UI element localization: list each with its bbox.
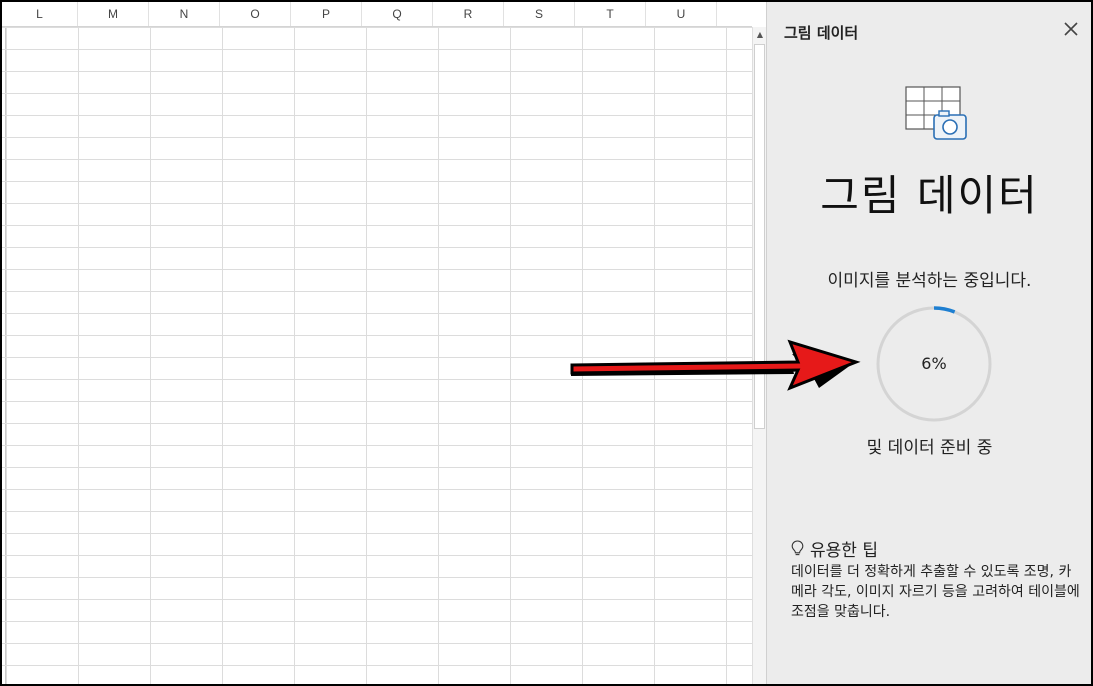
table-camera-icon xyxy=(905,86,967,140)
arrow-shape xyxy=(570,339,861,391)
lightbulb-icon xyxy=(791,540,804,556)
tip-heading: 유용한 팁 xyxy=(791,536,878,561)
column-header-row: L M N O P Q R S T U xyxy=(2,2,752,27)
pane-title: 그림 데이터 xyxy=(784,24,859,42)
sub-status-text: 및 데이터 준비 중 xyxy=(866,438,993,458)
close-button[interactable] xyxy=(1060,19,1082,41)
column-header[interactable]: U xyxy=(646,2,717,26)
column-header[interactable]: M xyxy=(78,2,149,26)
scroll-up-icon[interactable]: ▲ xyxy=(753,27,767,43)
progress-label: 6% xyxy=(921,354,947,373)
column-header[interactable]: Q xyxy=(362,2,433,26)
tip-body: 데이터를 더 정확하게 추출할 수 있도록 조명, 카메라 각도, 이미지 자르… xyxy=(791,564,1080,620)
status-text: 이미지를 분석하는 중입니다. xyxy=(827,271,1032,291)
hero-title: 그림 데이터 xyxy=(820,171,1039,220)
column-header[interactable]: T xyxy=(575,2,646,26)
close-icon xyxy=(1064,22,1078,36)
tip-heading-text: 유용한 팁 xyxy=(810,541,878,561)
column-header[interactable]: R xyxy=(433,2,504,26)
red-arrow-annotation xyxy=(570,339,861,391)
column-header[interactable]: L xyxy=(2,2,78,26)
app-window: L M N O P Q R S T U ▲ 그림 데이터 그림 데이터 이미지를… xyxy=(0,0,1093,686)
column-header[interactable]: P xyxy=(291,2,362,26)
column-header[interactable]: N xyxy=(149,2,220,26)
column-header[interactable]: S xyxy=(504,2,575,26)
column-header[interactable]: O xyxy=(220,2,291,26)
